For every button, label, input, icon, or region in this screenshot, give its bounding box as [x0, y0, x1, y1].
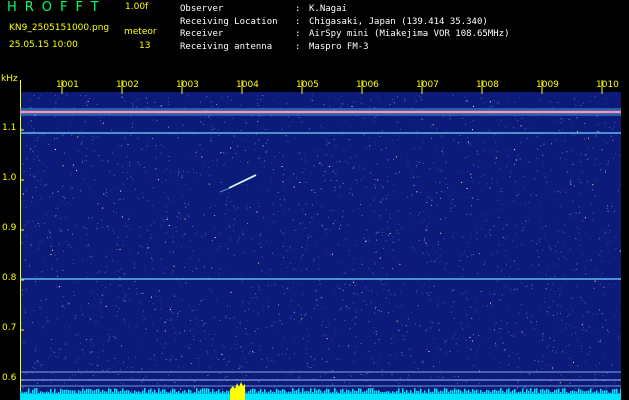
info-row-antenna: Receiving antenna : Maspro FM-3	[180, 41, 509, 54]
info-separator: :	[295, 4, 301, 14]
info-value: AirSpy mini (Miakejima VOR 108.65MHz)	[309, 29, 510, 39]
info-row-receiver: Receiver : AirSpy mini (Miakejima VOR 10…	[180, 28, 509, 41]
info-value: Maspro FM-3	[309, 41, 369, 52]
y-axis-unit: kHz	[1, 74, 18, 84]
info-value: K.Nagai	[309, 4, 347, 14]
info-value: Chigasaki, Japan (139.414 35.340)	[309, 16, 488, 27]
y-tick-label: 1.1	[2, 123, 17, 133]
x-tick-marks	[61, 80, 603, 94]
app-title: HROFFT	[7, 0, 107, 15]
info-row-observer: Observer : K.Nagai	[180, 3, 509, 16]
info-separator: :	[295, 41, 301, 52]
noise-strip	[20, 394, 621, 400]
y-tick-label: 1.0	[2, 173, 17, 183]
meteor-label: meteor	[124, 27, 157, 37]
filename-label: KN9_2505151000.png	[9, 23, 110, 33]
meteor-count: 13	[139, 41, 151, 51]
info-separator: :	[295, 29, 301, 39]
y-tick-label: 0.7	[2, 323, 17, 333]
observation-info: Observer : K.Nagai Receiving Location : …	[180, 3, 509, 53]
y-tick-label: 0.6	[2, 373, 17, 383]
plot-background	[20, 92, 621, 400]
info-row-location: Receiving Location : Chigasaki, Japan (1…	[180, 16, 509, 29]
timestamp-label: 25.05.15 10:00	[9, 40, 78, 50]
version-label: 1.00f	[125, 2, 149, 12]
info-label: Receiving antenna	[180, 41, 273, 52]
spectrogram-plot	[20, 80, 621, 400]
info-separator: :	[295, 16, 301, 27]
y-tick-label: 0.9	[2, 223, 17, 233]
info-label: Observer	[180, 4, 224, 14]
y-tick-label: 0.8	[2, 273, 17, 283]
info-label: Receiver	[180, 29, 224, 39]
info-label: Receiving Location	[180, 16, 278, 27]
